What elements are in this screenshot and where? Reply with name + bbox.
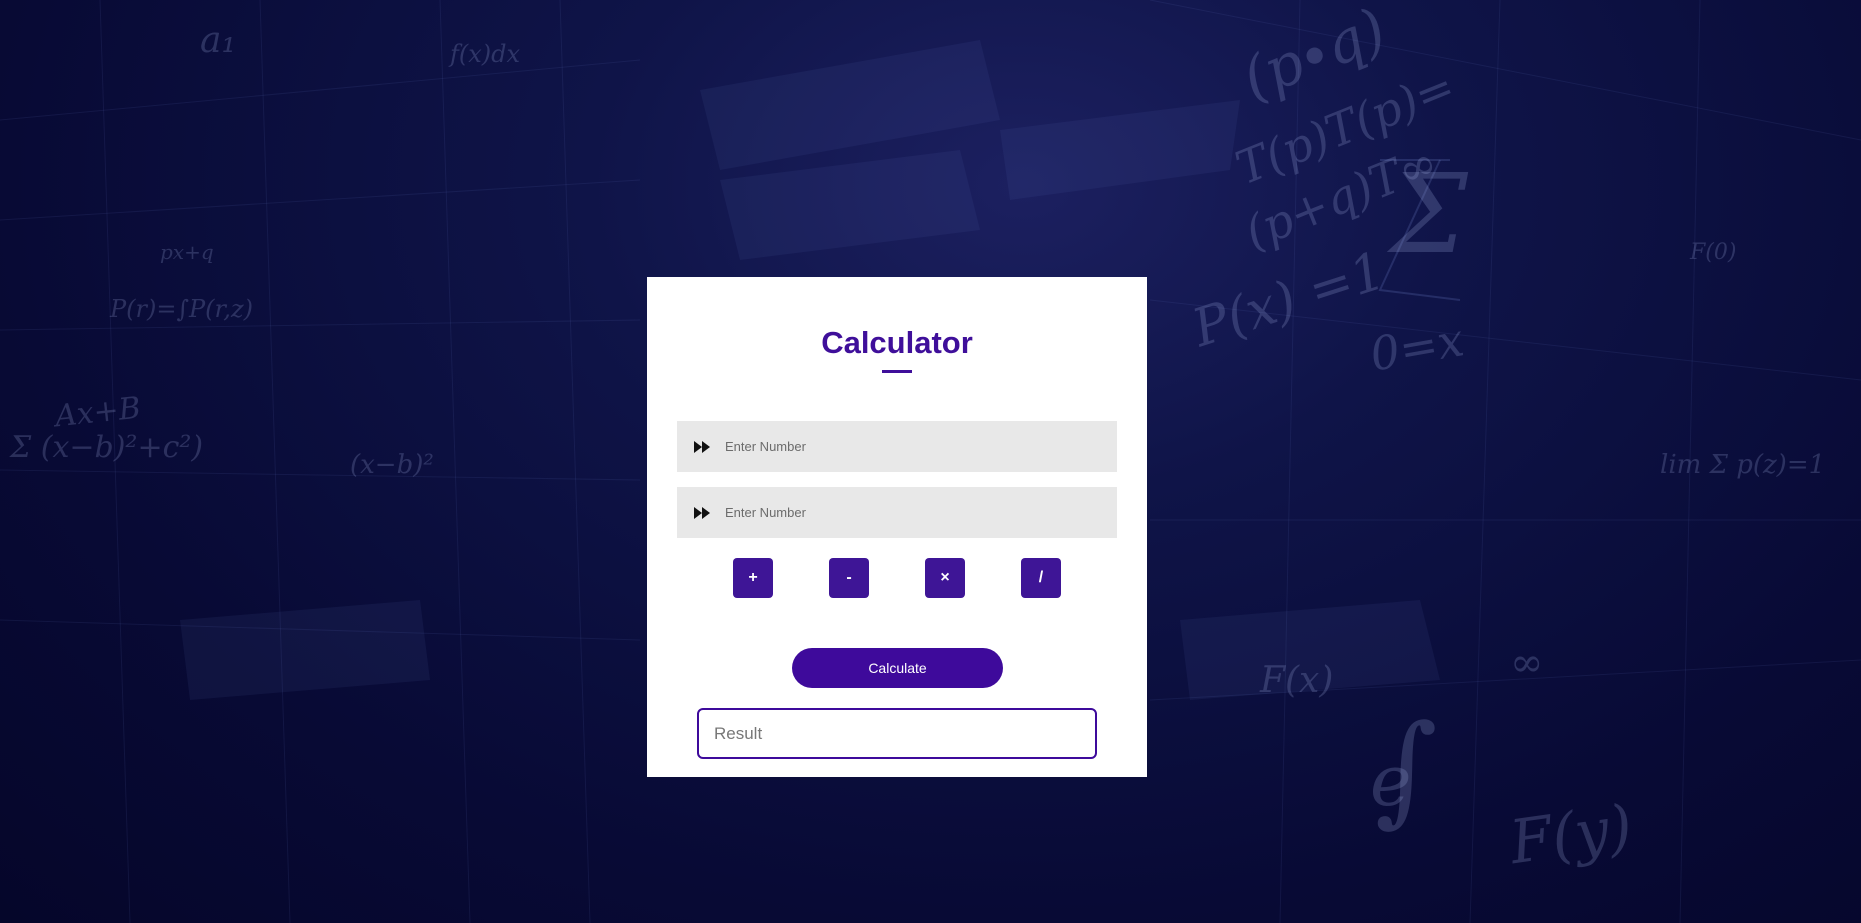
forward-icon bbox=[677, 487, 725, 538]
calculator-title: Calculator bbox=[821, 325, 973, 360]
result-field[interactable] bbox=[697, 708, 1097, 759]
add-button[interactable]: + bbox=[733, 558, 773, 598]
bg-equation: Σ bbox=[1390, 150, 1468, 278]
subtract-button[interactable]: - bbox=[829, 558, 869, 598]
divide-button[interactable]: / bbox=[1021, 558, 1061, 598]
bg-equation: lim Σ p(z)=1 bbox=[1660, 450, 1826, 480]
multiply-button[interactable]: × bbox=[925, 558, 965, 598]
calculate-button[interactable]: Calculate bbox=[792, 648, 1003, 688]
bg-equation: F(x) bbox=[1260, 660, 1334, 701]
bg-equation: P(r)=∫P(r,z) bbox=[110, 295, 253, 323]
bg-equation: F(0) bbox=[1690, 240, 1737, 265]
bg-equation: px+q bbox=[160, 240, 214, 264]
bg-equation: ∞ bbox=[1510, 640, 1544, 686]
first-number-input[interactable] bbox=[725, 421, 1117, 472]
bg-equation: f(x)dx bbox=[450, 40, 521, 68]
second-number-input[interactable] bbox=[725, 487, 1117, 538]
title-underline bbox=[882, 370, 912, 373]
second-number-field[interactable] bbox=[677, 487, 1117, 538]
calculator-card: Calculator + - × / Calculate bbox=[647, 277, 1147, 777]
forward-icon bbox=[677, 421, 725, 472]
bg-equation: a₁ bbox=[200, 20, 236, 61]
bg-equation: Σ (x−b)²+c²) bbox=[10, 430, 204, 465]
bg-equation: ∫ bbox=[1375, 700, 1438, 839]
first-number-field[interactable] bbox=[677, 421, 1117, 472]
bg-equation: (x−b)² bbox=[350, 450, 434, 480]
